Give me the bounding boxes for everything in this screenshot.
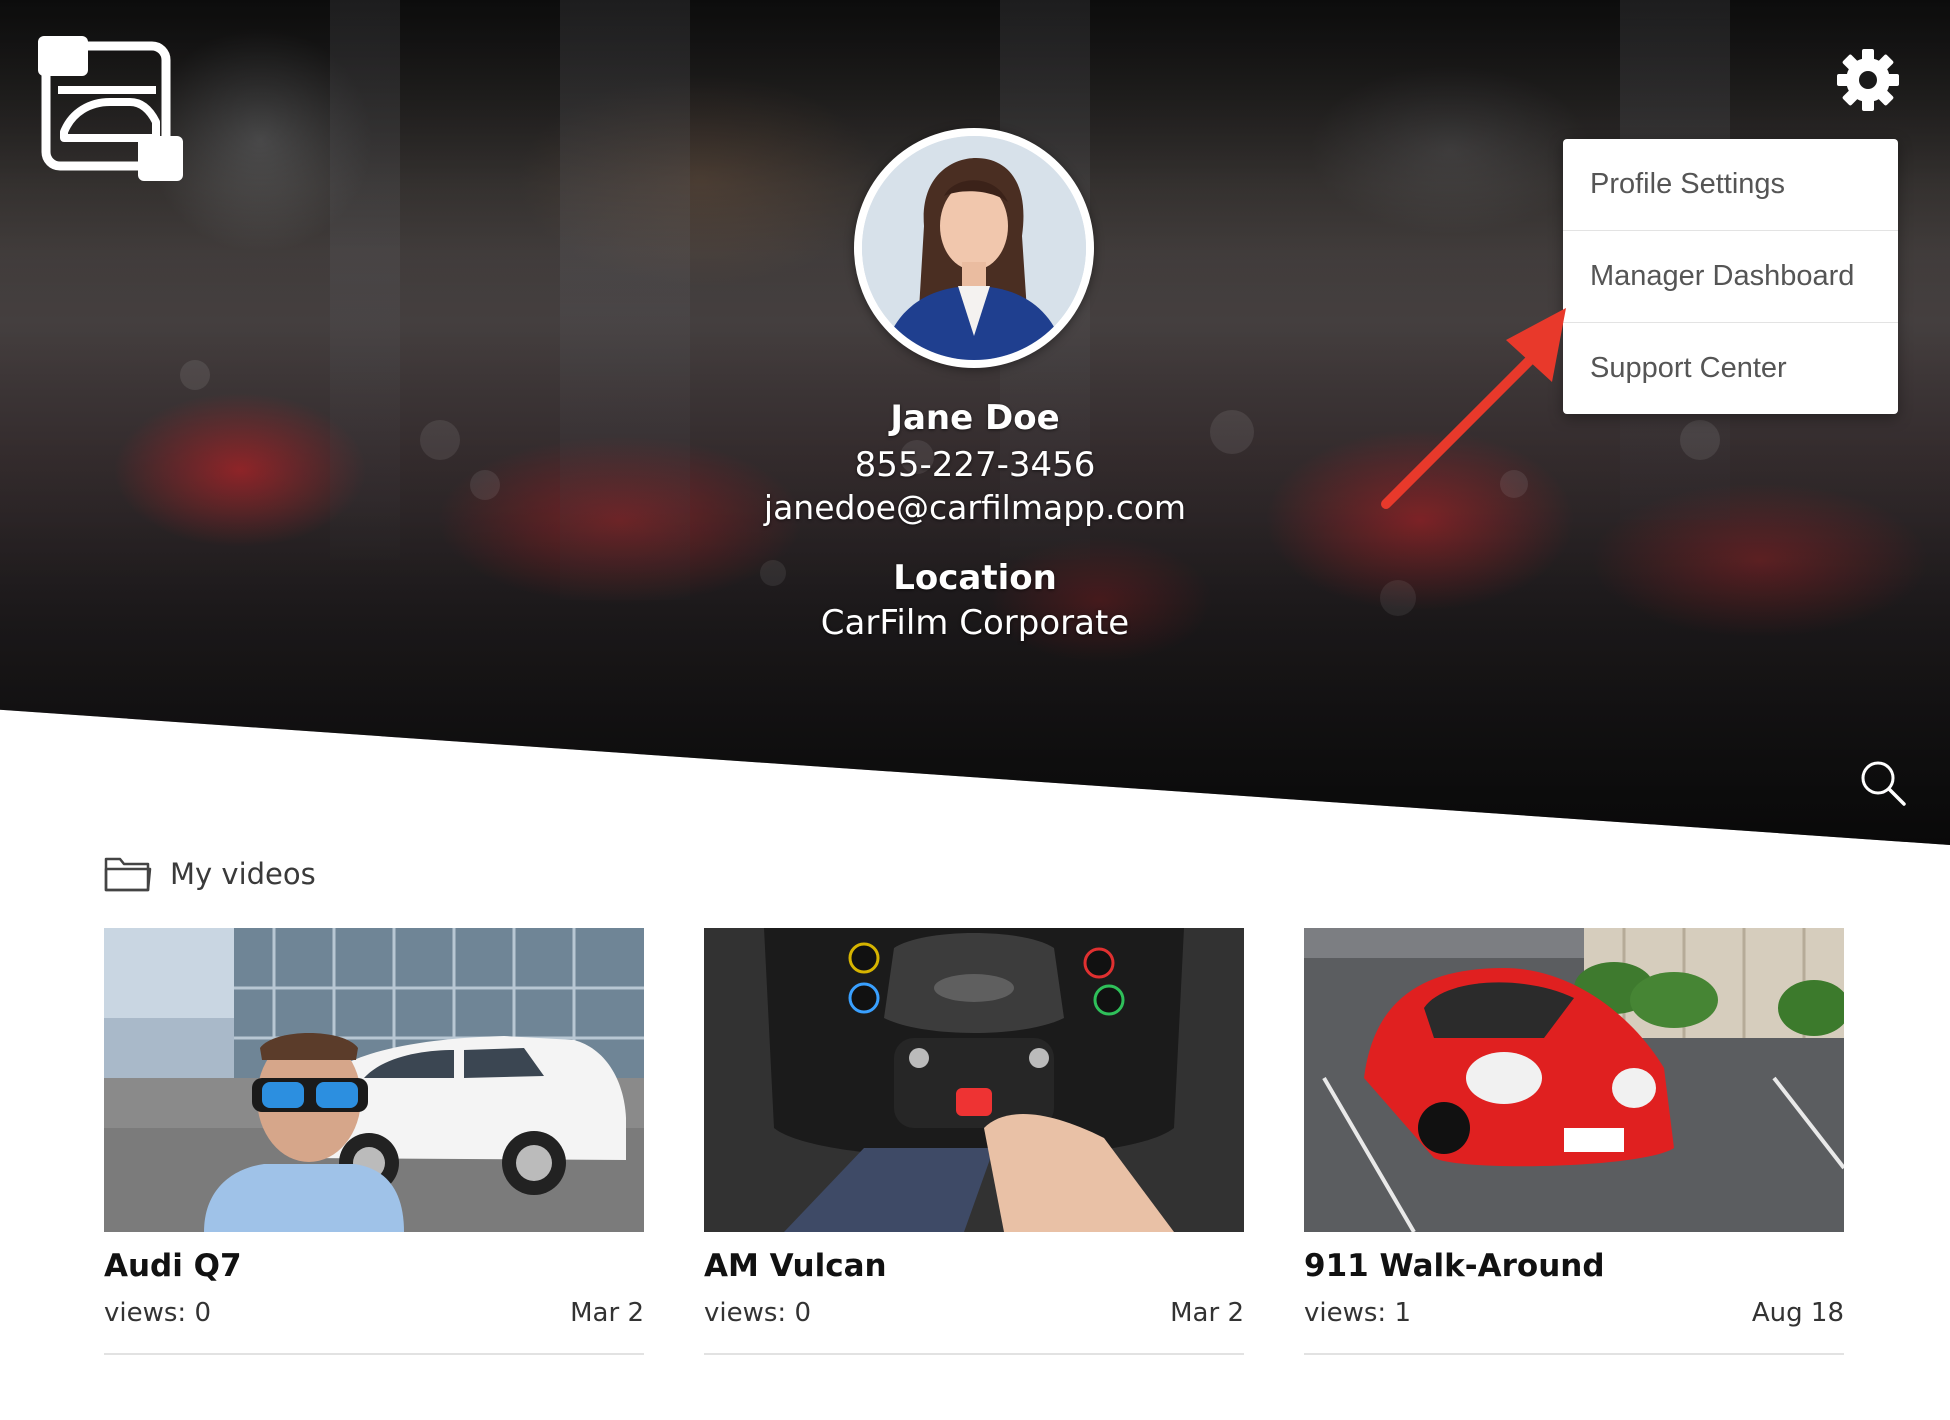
profile-phone[interactable]: 855-227-3456 [675, 445, 1275, 485]
video-title[interactable]: 911 Walk-Around [1304, 1248, 1605, 1284]
video-date: Aug 18 [1751, 1298, 1844, 1328]
section-title: My videos [170, 857, 316, 891]
my-videos-header[interactable]: My videos [104, 852, 316, 896]
video-card-audi-q7[interactable]: Audi Q7 views: 0 Mar 2 [104, 928, 644, 1355]
video-views: views: 0 [704, 1298, 811, 1328]
profile-name: Jane Doe [890, 398, 1060, 438]
menu-item-support-center[interactable]: Support Center [1563, 323, 1898, 414]
avatar [854, 128, 1094, 368]
folder-icon [104, 857, 152, 892]
video-date: Mar 2 [570, 1298, 644, 1328]
audi-q7-thumbnail[interactable] [104, 928, 644, 1232]
video-title[interactable]: AM Vulcan [704, 1248, 887, 1284]
profile-email[interactable]: janedoe@carfilmapp.com [675, 488, 1275, 527]
video-title[interactable]: Audi Q7 [104, 1248, 242, 1284]
location-value: CarFilm Corporate [820, 603, 1130, 643]
menu-item-manager-dashboard[interactable]: Manager Dashboard [1563, 231, 1898, 323]
am-vulcan-thumbnail[interactable] [704, 928, 1244, 1232]
video-views: views: 0 [104, 1298, 211, 1328]
search-icon[interactable] [1858, 758, 1908, 808]
video-views: views: 1 [1304, 1298, 1411, 1328]
video-date: Mar 2 [1170, 1298, 1244, 1328]
carfilm-logo-icon[interactable] [38, 36, 183, 181]
profile-page: Profile Settings Manager Dashboard Suppo… [0, 0, 1950, 1420]
911-walkaround-thumbnail[interactable] [1304, 928, 1844, 1232]
menu-item-profile-settings[interactable]: Profile Settings [1563, 139, 1898, 231]
location-label: Location [893, 558, 1057, 598]
video-card-911-walk-around[interactable]: 911 Walk-Around views: 1 Aug 18 [1304, 928, 1844, 1355]
video-card-am-vulcan[interactable]: AM Vulcan views: 0 Mar 2 [704, 928, 1244, 1355]
gear-icon[interactable] [1836, 48, 1900, 112]
settings-menu: Profile Settings Manager Dashboard Suppo… [1563, 139, 1898, 414]
